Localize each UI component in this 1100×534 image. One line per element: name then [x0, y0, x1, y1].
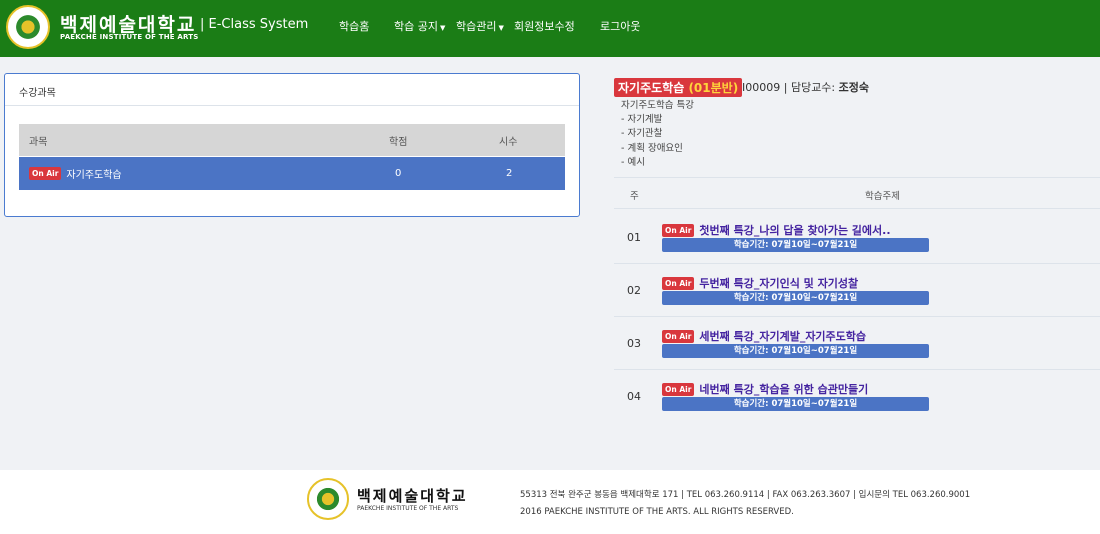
- week-number: 02: [627, 284, 641, 297]
- footer-brand-en: PAEKCHE INSTITUTE OF THE ARTS: [357, 505, 459, 512]
- course-title-badge: 자기주도학습 (01분반): [614, 78, 743, 97]
- on-air-badge: On Air: [662, 223, 695, 237]
- on-air-badge: On Air: [662, 382, 695, 396]
- col-topic: 학습주제: [865, 191, 900, 202]
- description-line: - 자기관찰: [621, 128, 663, 139]
- week-topic-link[interactable]: On Air 두번째 특강_자기인식 및 자기성찰: [662, 275, 858, 291]
- divider: [614, 369, 1100, 370]
- course-list-panel: 수강과목 과목 학점 시수 On Air 자기주도학습 0 2: [4, 73, 580, 217]
- nav-learning-notice[interactable]: 학습 공지 ▼: [394, 18, 445, 34]
- course-name-link[interactable]: 자기주도학습: [66, 166, 121, 181]
- week-number: 04: [627, 390, 641, 403]
- week-topic-link[interactable]: On Air 세번째 특강_자기계발_자기주도학습: [662, 328, 866, 344]
- study-period: 학습기간: 07월10일~07월21일: [662, 291, 929, 305]
- university-seal-logo[interactable]: [6, 5, 50, 49]
- study-period: 학습기간: 07월10일~07월21일: [662, 344, 929, 358]
- col-credits: 학점: [389, 136, 408, 148]
- on-air-badge: On Air: [662, 276, 695, 290]
- divider: [614, 263, 1100, 264]
- caret-down-icon: ▼: [498, 24, 504, 32]
- panel-title: 수강과목: [19, 88, 56, 99]
- table-header: 과목 학점 시수: [19, 124, 565, 156]
- col-week: 주: [630, 191, 639, 202]
- footer-brand-kr: 백제예술대학교: [357, 487, 468, 505]
- col-subject: 과목: [29, 136, 48, 148]
- nav-edit-member[interactable]: 회원정보수정: [514, 18, 575, 34]
- divider: [614, 208, 1100, 209]
- description-line: 자기주도학습 특강: [621, 100, 694, 111]
- description-line: - 계획 장애요인: [621, 143, 683, 154]
- table-row[interactable]: On Air 자기주도학습 0 2: [19, 157, 565, 190]
- on-air-badge: On Air: [29, 167, 62, 180]
- description-line: - 자기계발: [621, 114, 663, 125]
- caret-down-icon: ▼: [439, 24, 446, 32]
- week-topic-link[interactable]: On Air 첫번째 특강_나의 답을 찾아가는 길에서..: [662, 222, 891, 238]
- course-meta: I00009 | 담당교수: 조정숙: [742, 81, 870, 94]
- course-hours: 2: [506, 168, 513, 179]
- footer-address: 55313 전북 완주군 봉동읍 백제대학로 171 | TEL 063.260…: [520, 490, 971, 500]
- system-title: | E-Class System: [200, 17, 309, 32]
- divider: [614, 316, 1100, 317]
- description-line: - 예시: [621, 157, 645, 168]
- course-credits: 0: [395, 168, 402, 179]
- week-number: 03: [627, 337, 641, 350]
- study-period: 학습기간: 07월10일~07월21일: [662, 238, 929, 252]
- nav-logout[interactable]: 로그아웃: [600, 18, 640, 34]
- divider: [5, 105, 579, 106]
- divider: [614, 177, 1100, 178]
- footer-copyright: 2016 PAEKCHE INSTITUTE OF THE ARTS. ALL …: [520, 507, 794, 517]
- nav-learning-manage[interactable]: 학습관리 ▼: [456, 18, 504, 34]
- col-hours: 시수: [499, 136, 518, 148]
- week-number: 01: [627, 231, 641, 244]
- nav-learning-home[interactable]: 학습홈: [339, 18, 369, 34]
- week-topic-link[interactable]: On Air 네번째 특강_학습을 위한 습관만들기: [662, 381, 868, 397]
- footer: [0, 470, 1100, 534]
- brand-name-en: PAEKCHE INSTITUTE OF THE ARTS: [60, 33, 199, 41]
- study-period: 학습기간: 07월10일~07월21일: [662, 397, 929, 411]
- university-seal-logo: [307, 478, 349, 520]
- on-air-badge: On Air: [662, 329, 695, 343]
